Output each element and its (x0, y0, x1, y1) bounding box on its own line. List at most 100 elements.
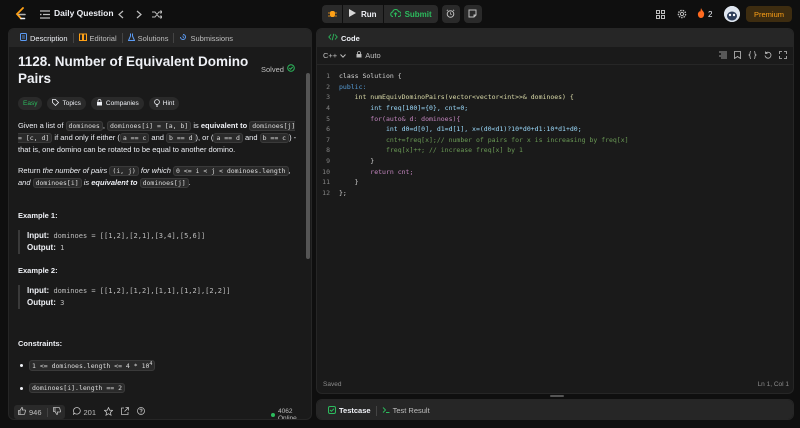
online-label: 4062 Online (278, 408, 297, 420)
example-1-title: Example 1: (18, 211, 58, 220)
code-text: return cnt; (339, 167, 414, 176)
play-icon (349, 9, 356, 19)
star-icon (103, 406, 114, 418)
statement-bold: equivalent to (200, 121, 248, 130)
debug-button[interactable] (322, 5, 342, 23)
line-number: 5 (326, 114, 330, 123)
favorite-button[interactable] (103, 406, 114, 418)
code-text: }; (339, 188, 347, 197)
example-input: dominoes = [[1,2],[2,1],[3,4],[5,6]] (53, 232, 206, 240)
bookmark-icon[interactable] (734, 51, 741, 61)
tab-testcase[interactable]: Testcase (323, 402, 376, 420)
leetcode-logo-icon[interactable] (14, 7, 28, 21)
layout-grid-icon[interactable] (653, 7, 667, 21)
code-line: 5 for(auto& d: dominoes){ (317, 113, 793, 124)
code-text: for(auto& d: dominoes){ (339, 114, 461, 123)
inline-code: a == d (213, 133, 243, 143)
resize-handle[interactable] (550, 395, 564, 397)
gear-icon[interactable] (675, 7, 689, 21)
flask-icon (127, 33, 135, 43)
line-number: 12 (322, 188, 330, 197)
constraints-title: Constraints: (18, 339, 63, 348)
history-icon (179, 33, 187, 43)
tab-solutions[interactable]: Solutions (123, 29, 174, 47)
tab-submissions[interactable]: Submissions (174, 29, 238, 47)
statement-text: Return (18, 166, 43, 175)
topics-label: Topics (62, 100, 81, 107)
alarm-clock-icon (446, 8, 455, 20)
checkbox-icon (328, 405, 336, 416)
language-select[interactable]: C++ (323, 51, 347, 60)
cursor-position: Ln 1, Col 1 (757, 381, 789, 388)
example-output: 1 (60, 244, 65, 252)
run-button[interactable]: Run (343, 5, 383, 23)
avatar[interactable] (724, 6, 740, 22)
share-button[interactable] (121, 407, 129, 417)
book-icon (78, 33, 87, 43)
code-editor[interactable]: 1 class Solution { 2 public: 3 int numEqui… (317, 71, 793, 198)
tab-editorial[interactable]: Editorial (74, 29, 122, 47)
output-label: Output: (27, 298, 56, 307)
notes-button[interactable] (463, 5, 482, 23)
shuffle-icon[interactable] (150, 7, 164, 21)
document-icon (20, 33, 27, 43)
code-line: 11 } (317, 177, 793, 188)
autosave-label: Auto (365, 51, 381, 60)
example-input: dominoes = [[1,2],[1,2],[1,1],[1,2],[2,2… (53, 287, 231, 295)
autosave-toggle[interactable]: Auto (356, 51, 381, 60)
topics-tag[interactable]: Topics (47, 97, 86, 110)
chevron-right-icon[interactable] (132, 7, 146, 21)
line-number: 2 (326, 82, 330, 91)
timer-button[interactable] (441, 5, 460, 23)
tab-code[interactable]: Code (323, 29, 365, 47)
statement-italic: is (81, 178, 92, 187)
code-text: cnt+=freq[x];// number of pairs for x is… (339, 135, 629, 144)
thumbs-up-icon[interactable] (18, 407, 26, 417)
comments-button[interactable]: 201 (72, 407, 96, 417)
maximize-icon[interactable] (779, 51, 787, 61)
editor-status-bar: Saved Ln 1, Col 1 (323, 381, 789, 388)
tab-editorial-label: Editorial (89, 33, 117, 43)
streak-counter[interactable]: 2 (697, 8, 712, 20)
problem-list-icon[interactable] (38, 7, 52, 21)
premium-button[interactable]: Premium (746, 6, 793, 22)
share-icon (121, 407, 129, 417)
companies-label: Companies (105, 100, 139, 107)
help-button[interactable] (137, 407, 145, 417)
description-body: 1128. Number of Equivalent Domino Pairs … (18, 53, 300, 403)
reset-icon[interactable] (764, 51, 772, 61)
statement-text: is (191, 121, 201, 130)
example-output: 3 (60, 299, 65, 307)
output-label: Output: (27, 243, 56, 252)
terminal-icon (382, 406, 390, 416)
tab-test-result[interactable]: Test Result (377, 402, 435, 420)
submit-label: Submit (404, 9, 432, 19)
thumbs-down-icon[interactable] (52, 407, 61, 417)
test-tabs: Testcase Test Result (317, 400, 793, 420)
description-panel: Description Editorial Solutions Submissi… (8, 28, 312, 420)
companies-tag[interactable]: Companies (90, 97, 144, 110)
braces-icon[interactable] (748, 51, 757, 61)
tab-code-label: Code (341, 33, 360, 43)
line-number: 6 (326, 125, 330, 134)
inline-code: dominoes[j] (139, 178, 189, 188)
description-scrollbar[interactable] (306, 73, 310, 259)
top-bar: Daily Question Run Submit 2 Premium (0, 0, 800, 28)
chevron-left-icon[interactable] (114, 7, 128, 21)
inline-code: b == c (259, 133, 290, 143)
bug-icon (327, 9, 337, 20)
cloud-upload-icon (389, 9, 402, 19)
problem-list-title[interactable]: Daily Question (54, 8, 114, 18)
submit-button[interactable]: Submit (383, 5, 438, 23)
inline-code: 1 <= dominoes.length <= 4 * 104 (29, 360, 156, 372)
divider (46, 407, 48, 417)
tab-test-result-label: Test Result (392, 406, 430, 415)
constraint-item: dominoes[i].length == 2 (18, 383, 300, 394)
difficulty-badge: Easy (18, 97, 43, 110)
save-status: Saved (323, 381, 342, 388)
format-icon[interactable] (719, 51, 727, 61)
tag-icon (52, 99, 60, 108)
hint-tag[interactable]: Hint (148, 97, 180, 110)
bullet (20, 364, 23, 368)
tab-description[interactable]: Description (15, 29, 73, 47)
